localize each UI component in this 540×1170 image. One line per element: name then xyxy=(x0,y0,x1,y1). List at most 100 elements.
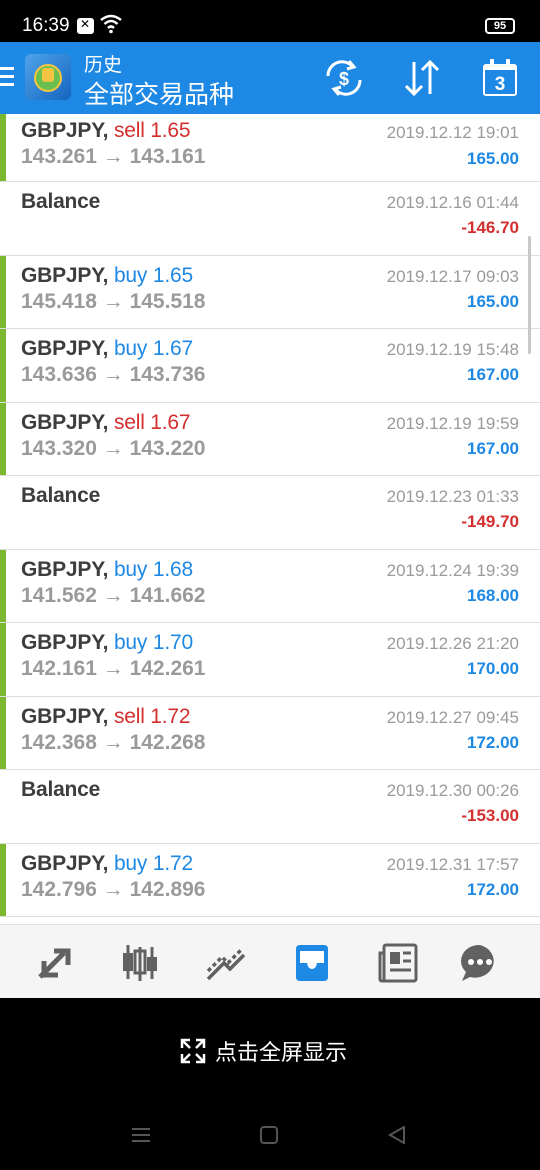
trade-symbol: GBPJPY, xyxy=(21,410,109,434)
row-datetime: 2019.12.19 19:59 xyxy=(386,413,519,433)
row-amount: 165.00 xyxy=(467,149,519,168)
balance-row[interactable]: Balance 2019.12.30 00:26 -153.00 xyxy=(0,770,540,844)
news-icon[interactable] xyxy=(376,941,420,985)
profit-indicator xyxy=(0,255,6,328)
balance-label: Balance xyxy=(21,778,101,801)
chat-icon[interactable] xyxy=(458,941,502,985)
back-nav-icon[interactable] xyxy=(388,1126,406,1144)
row-datetime: 2019.12.27 09:45 xyxy=(386,707,519,727)
chart-icon[interactable] xyxy=(118,941,162,985)
trade-row[interactable]: GBPJPY, buy 1.67 143.636 → 143.736 2019.12… xyxy=(0,329,540,403)
calendar-day: 3 xyxy=(495,74,506,95)
row-datetime: 2019.12.23 01:33 xyxy=(386,487,519,506)
row-amount: 167.00 xyxy=(467,365,519,384)
history-list[interactable]: GBPJPY, sell 1.65 143.261 → 143.161 2019.1… xyxy=(0,114,540,924)
row-datetime: 2019.12.24 19:39 xyxy=(386,560,519,580)
row-amount: 167.00 xyxy=(467,438,519,458)
sort-icon[interactable] xyxy=(400,58,444,98)
trade-prices: 141.562 → 141.662 xyxy=(21,583,206,607)
quotes-icon[interactable] xyxy=(34,941,78,985)
row-datetime: 2019.12.30 00:26 xyxy=(386,781,519,800)
trade-prices: 143.320 → 143.220 xyxy=(21,436,206,460)
fullscreen-icon xyxy=(180,1038,206,1064)
row-amount: 172.00 xyxy=(467,732,519,752)
balance-label: Balance xyxy=(21,484,101,507)
header-subtitle: 历史 xyxy=(84,55,123,76)
trade-prices: 143.261 → 143.161 xyxy=(21,145,206,168)
profit-indicator xyxy=(0,329,6,402)
row-amount: 170.00 xyxy=(467,659,519,678)
status-time: 16:39 xyxy=(22,15,70,36)
profit-indicator xyxy=(0,114,6,181)
profit-indicator xyxy=(0,402,6,475)
menu-nav-icon[interactable] xyxy=(131,1126,151,1144)
trade-side-volume: buy 1.70 xyxy=(113,631,193,654)
row-amount: 172.00 xyxy=(467,879,519,899)
trade-row[interactable]: GBPJPY, sell 1.65 143.261 → 143.161 2019.1… xyxy=(0,114,540,182)
trade-prices: 142.161 → 142.261 xyxy=(21,657,206,680)
trade-symbol: GBPJPY, xyxy=(21,337,109,360)
trade-side-volume: sell 1.67 xyxy=(113,410,191,434)
system-navigation xyxy=(0,1098,540,1170)
trade-side-volume: sell 1.72 xyxy=(113,704,191,728)
trade-row[interactable]: GBPJPY, buy 1.70 142.161 → 142.261 2019.12… xyxy=(0,623,540,697)
trade-title: GBPJPY, buy 1.68 xyxy=(21,558,193,582)
notification-icon xyxy=(77,17,94,34)
trade-symbol: GBPJPY, xyxy=(21,119,109,142)
wifi-icon xyxy=(100,14,122,34)
trade-title: GBPJPY, buy 1.72 xyxy=(21,852,193,876)
trade-row[interactable]: GBPJPY, sell 1.67 143.320 → 143.220 2019.1… xyxy=(0,402,540,476)
trade-icon[interactable] xyxy=(204,941,248,985)
menu-icon[interactable] xyxy=(0,67,16,89)
balance-row[interactable]: Balance 2019.12.23 01:33 -149.70 xyxy=(0,476,540,550)
row-datetime: 2019.12.26 21:20 xyxy=(386,634,519,653)
row-datetime: 2019.12.17 09:03 xyxy=(386,266,519,286)
trade-side-volume: buy 1.68 xyxy=(113,557,193,581)
battery-indicator: 95 xyxy=(485,18,515,34)
trade-side-volume: buy 1.67 xyxy=(113,337,193,360)
trade-side-volume: buy 1.65 xyxy=(113,263,193,287)
row-amount: -146.70 xyxy=(461,218,519,237)
header-title[interactable]: 全部交易品种 xyxy=(84,75,234,111)
app-logo-icon[interactable] xyxy=(25,54,71,100)
svg-text:$: $ xyxy=(339,69,349,89)
trade-row[interactable]: GBPJPY, sell 1.72 142.368 → 142.268 2019.1… xyxy=(0,696,540,770)
row-amount: 165.00 xyxy=(467,291,519,311)
profit-indicator xyxy=(0,696,6,769)
row-amount: -149.70 xyxy=(461,512,519,531)
scrollbar[interactable] xyxy=(528,236,531,354)
trade-title: GBPJPY, buy 1.67 xyxy=(21,337,193,361)
row-datetime: 2019.12.19 15:48 xyxy=(386,340,519,359)
currency-exchange-icon[interactable]: $ xyxy=(322,58,366,98)
trade-row[interactable]: GBPJPY, buy 1.65 145.418 → 145.518 2019.12… xyxy=(0,255,540,329)
status-bar: 16:39 95 xyxy=(0,0,540,42)
row-datetime: 2019.12.31 17:57 xyxy=(386,854,519,874)
trade-row[interactable]: GBPJPY, buy 1.72 142.796 → 142.896 2019.12… xyxy=(0,843,540,917)
profit-indicator xyxy=(0,623,6,696)
trade-symbol: GBPJPY, xyxy=(21,557,109,581)
trade-prices: 142.368 → 142.268 xyxy=(21,730,206,754)
row-datetime: 2019.12.16 01:44 xyxy=(386,193,519,212)
fullscreen-label[interactable]: 点击全屏显示 xyxy=(215,1035,347,1067)
trade-prices: 145.418 → 145.518 xyxy=(21,289,206,313)
trade-symbol: GBPJPY, xyxy=(21,263,109,287)
trade-symbol: GBPJPY, xyxy=(21,851,109,875)
row-datetime: 2019.12.12 19:01 xyxy=(386,123,519,142)
trade-title: GBPJPY, sell 1.72 xyxy=(21,704,191,729)
home-nav-icon[interactable] xyxy=(260,1126,278,1144)
balance-row[interactable]: Balance 2019.12.16 01:44 -146.70 xyxy=(0,182,540,256)
history-icon[interactable] xyxy=(290,941,334,985)
fullscreen-bar[interactable]: 点击全屏显示 xyxy=(0,998,540,1098)
balance-label: Balance xyxy=(21,190,101,213)
profit-indicator xyxy=(0,843,6,916)
trade-title: GBPJPY, buy 1.65 xyxy=(21,264,193,288)
calendar-icon[interactable]: 3 xyxy=(478,58,522,98)
trade-prices: 142.796 → 142.896 xyxy=(21,877,206,901)
trade-symbol: GBPJPY, xyxy=(21,631,109,654)
row-amount: -153.00 xyxy=(461,806,519,825)
trade-side-volume: sell 1.65 xyxy=(113,119,191,142)
trade-title: GBPJPY, sell 1.65 xyxy=(21,119,191,143)
trade-title: GBPJPY, sell 1.67 xyxy=(21,410,191,435)
trade-row[interactable]: GBPJPY, buy 1.68 141.562 → 141.662 2019.12… xyxy=(0,549,540,623)
app-header: 历史 全部交易品种 $ 3 xyxy=(0,42,540,114)
